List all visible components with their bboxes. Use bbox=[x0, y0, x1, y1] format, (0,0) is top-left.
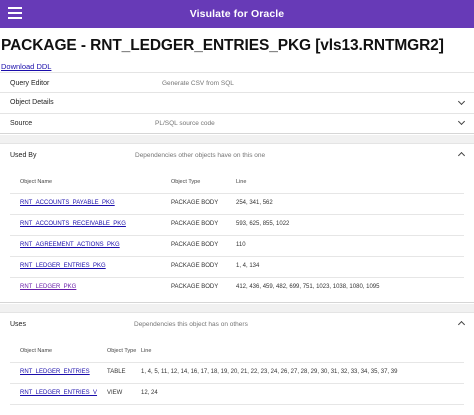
panel-subtitle: Generate CSV from SQL bbox=[162, 80, 234, 87]
column-header-object-type: Object Type bbox=[107, 348, 137, 354]
panel-label: Source bbox=[10, 120, 33, 127]
panel-subtitle: PL/SQL source code bbox=[155, 120, 215, 127]
panel-query-editor[interactable]: Query Editor Generate CSV from SQL bbox=[0, 72, 474, 93]
object-type: PACKAGE BODY bbox=[171, 263, 219, 269]
chevron-down-icon[interactable] bbox=[457, 97, 466, 106]
object-name-link[interactable]: RNT_LEDGER_ENTRIES bbox=[20, 369, 90, 375]
column-header-line: Line bbox=[236, 179, 247, 185]
object-type: TABLE bbox=[107, 369, 126, 375]
chevron-up-icon[interactable] bbox=[457, 151, 466, 160]
line-numbers: 254, 341, 562 bbox=[236, 200, 273, 206]
object-type: PACKAGE BODY bbox=[171, 221, 219, 227]
panel-used-by: Used By Dependencies other objects have … bbox=[0, 143, 474, 303]
column-header-object-name: Object Name bbox=[20, 179, 53, 185]
app-title: Visulate for Oracle bbox=[189, 8, 285, 20]
object-name-link[interactable]: RNT_ACCOUNTS_PAYABLE_PKG bbox=[20, 200, 115, 206]
object-type: PACKAGE BODY bbox=[171, 284, 219, 290]
column-header-object-type: Object Type bbox=[171, 179, 201, 185]
app-bar: Visulate for Oracle bbox=[0, 0, 474, 28]
panel-label: Used By bbox=[10, 152, 37, 159]
column-header-line: Line bbox=[141, 348, 152, 354]
panel-label: Object Details bbox=[10, 99, 54, 106]
column-header-object-name: Object Name bbox=[20, 348, 53, 354]
panel-source[interactable]: Source PL/SQL source code bbox=[0, 114, 474, 134]
panel-gap bbox=[0, 304, 474, 312]
panel-label: Uses bbox=[10, 321, 26, 328]
line-numbers: 593, 625, 855, 1022 bbox=[236, 221, 290, 227]
object-name-link[interactable]: RNT_LEDGER_PKG bbox=[20, 284, 76, 290]
object-type: PACKAGE BODY bbox=[171, 242, 219, 248]
panel-subtitle: Dependencies this object has on others bbox=[134, 321, 248, 328]
object-name-link[interactable]: RNT_LEDGER_ENTRIES_V bbox=[20, 390, 97, 396]
panel-object-details[interactable]: Object Details bbox=[0, 93, 474, 114]
page-title: PACKAGE - RNT_LEDGER_ENTRIES_PKG [vls13.… bbox=[1, 37, 444, 54]
panel-subtitle: Dependencies other objects have on this … bbox=[135, 152, 266, 159]
object-name-link[interactable]: RNT_AGREEMENT_ACTIONS_PKG bbox=[20, 242, 120, 248]
line-numbers: 1, 4, 134 bbox=[236, 263, 260, 269]
object-type: VIEW bbox=[107, 390, 123, 396]
chevron-down-icon[interactable] bbox=[457, 117, 466, 126]
line-numbers: 412, 436, 459, 482, 699, 751, 1023, 1038… bbox=[236, 284, 380, 290]
object-name-link[interactable]: RNT_ACCOUNTS_RECEIVABLE_PKG bbox=[20, 221, 126, 227]
object-type: PACKAGE BODY bbox=[171, 200, 219, 206]
chevron-up-icon[interactable] bbox=[457, 320, 466, 329]
line-numbers: 110 bbox=[236, 242, 246, 248]
panel-gap bbox=[0, 135, 474, 143]
panel-uses: Uses Dependencies this object has on oth… bbox=[0, 312, 474, 415]
line-numbers: 1, 4, 5, 11, 12, 14, 16, 17, 18, 19, 20,… bbox=[141, 369, 398, 375]
line-numbers: 12, 24 bbox=[141, 390, 158, 396]
panel-label: Query Editor bbox=[10, 80, 50, 87]
download-ddl-link[interactable]: Download DDL bbox=[1, 62, 51, 71]
object-name-link[interactable]: RNT_LEDGER_ENTRIES_PKG bbox=[20, 263, 106, 269]
